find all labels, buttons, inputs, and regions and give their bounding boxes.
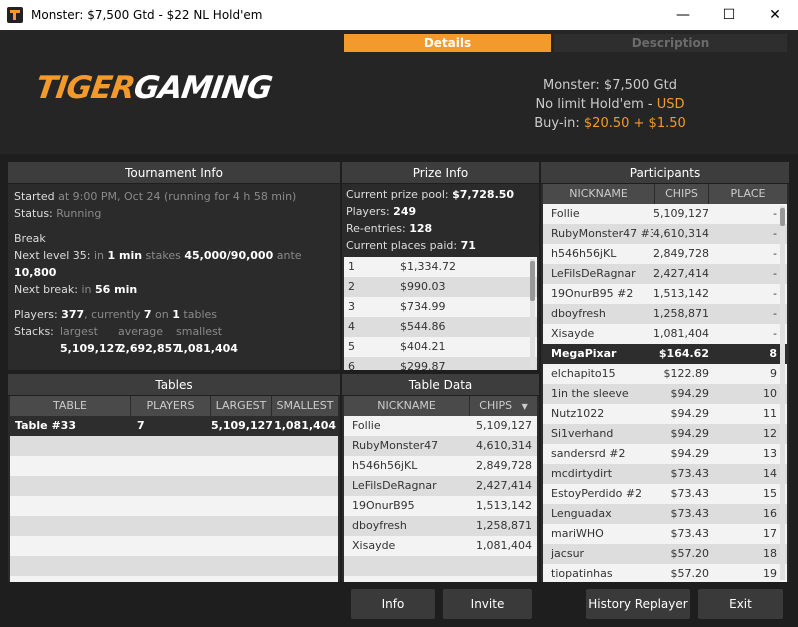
break-label: Break (14, 232, 46, 245)
tournament-name: Monster: $7,500 Gtd (543, 78, 677, 93)
prize-list[interactable]: 1 $1,334.72 2 $990.03 3 $734.99 4 $544.86 5 $404.… (344, 257, 537, 370)
players-line: Players: 377, currently 7 on 1 tables (14, 308, 217, 321)
next-break-line: Next break: in 56 min (14, 283, 138, 296)
reentries-line: Re-entries: 128 (346, 222, 433, 235)
participant-row[interactable]: mcdirtydirt $73.43 14 (543, 464, 787, 484)
participant-row[interactable]: jacsur $57.20 18 (543, 544, 787, 564)
participant-row[interactable]: h546h56jKL 2,849,728- (543, 244, 787, 264)
table-data-title: Table Data (342, 374, 539, 396)
participant-row[interactable]: LeFilsDeRagnar 2,427,414- (543, 264, 787, 284)
participant-row[interactable]: Si1verhand $94.29 12 (543, 424, 787, 444)
maximize-button[interactable]: ☐ (706, 0, 752, 30)
col-largest[interactable]: LARGEST (211, 396, 272, 416)
stacks-line: Stacks: largest average smallest (14, 325, 223, 338)
participant-row[interactable]: MegaPixar $164.62 8 (543, 344, 787, 364)
buyin: Buy-in: $20.50 + $1.50 (534, 116, 686, 131)
sort-down-icon: ▼ (521, 402, 528, 411)
app-icon (7, 7, 23, 23)
participants-header: NICKNAME CHIPS PLACE (543, 184, 787, 204)
info-button[interactable]: Info (351, 589, 435, 619)
table-data-row[interactable]: Xisayde 1,081,404 (344, 536, 537, 556)
close-button[interactable]: ✕ (752, 0, 798, 30)
table-data-panel: Table Data NICKNAME CHIPS ▼ Follie 5,109,… (342, 374, 539, 582)
history-replayer-button[interactable]: History Replayer (586, 589, 690, 619)
participant-row[interactable]: Lenguadax $73.43 16 (543, 504, 787, 524)
title-bar: Monster: $7,500 Gtd - $22 NL Hold'em — ☐… (0, 0, 798, 30)
game-type: No limit Hold'em - USD (535, 97, 685, 112)
participants-title: Participants (541, 162, 789, 184)
col-players[interactable]: PLAYERS (131, 396, 211, 416)
prize-scroll-thumb[interactable] (530, 261, 535, 301)
tables-header: TABLE PLAYERS LARGEST SMALLEST (10, 396, 338, 416)
participants-panel: Participants NICKNAME CHIPS PLACE Follie… (541, 162, 789, 582)
invite-button[interactable]: Invite (443, 589, 532, 619)
status-line: Status: Running (14, 207, 102, 220)
participants-scrollbar[interactable] (780, 206, 785, 580)
participant-row[interactable]: 19OnurB95 #2 1,513,142- (543, 284, 787, 304)
participant-row[interactable]: RubyMonster47 #3 4,610,314- (543, 224, 787, 244)
prize-info-panel: Prize Info Current prize pool: $7,728.50… (342, 162, 539, 370)
participant-row[interactable]: elchapito15 $122.89 9 (543, 364, 787, 384)
table-data-row[interactable]: RubyMonster47 4,610,314 (344, 436, 537, 456)
tournament-header: Details Description TIGERGAMING Monster:… (0, 30, 798, 154)
table-data-row[interactable]: 19OnurB95 1,513,142 (344, 496, 537, 516)
col-nickname[interactable]: NICKNAME (543, 184, 655, 204)
tables-panel: Tables TABLE PLAYERS LARGEST SMALLEST Ta… (8, 374, 340, 582)
tab-description[interactable]: Description (554, 34, 787, 52)
next-level-line: Next level 35: in 1 min stakes 45,000/90… (14, 249, 302, 279)
col-table[interactable]: TABLE (10, 396, 131, 416)
exit-button[interactable]: Exit (698, 589, 783, 619)
prize-pool-line: Current prize pool: $7,728.50 (346, 188, 515, 201)
participant-row[interactable]: 1in the sleeve $94.29 10 (543, 384, 787, 404)
tab-details[interactable]: Details (344, 34, 551, 52)
tournament-info-title: Tournament Info (8, 162, 340, 184)
table-data-header: NICKNAME CHIPS ▼ (344, 396, 537, 416)
prize-row: 1 $1,334.72 (344, 257, 537, 277)
table-row[interactable]: Table #33 7 5,109,127 1,081,404 (10, 416, 338, 436)
tournament-info-panel: Tournament Info Started at 9:00 PM, Oct … (8, 162, 340, 370)
col-td-chips[interactable]: CHIPS ▼ (470, 396, 537, 416)
col-chips[interactable]: CHIPS (655, 184, 709, 204)
window-title: Monster: $7,500 Gtd - $22 NL Hold'em (31, 8, 263, 22)
col-smallest[interactable]: SMALLEST (272, 396, 338, 416)
participant-row[interactable]: sandersrd #2 $94.29 13 (543, 444, 787, 464)
table-data-list[interactable]: Follie 5,109,127 RubyMonster47 4,610,314 h54… (344, 416, 537, 582)
stacks-values: 5,109,127 2,692,857 1,081,404 (60, 342, 238, 355)
col-td-nickname[interactable]: NICKNAME (344, 396, 470, 416)
tigergaming-logo: TIGERGAMING (33, 70, 274, 106)
participants-list[interactable]: Follie 5,109,127- RubyMonster47 #3 4,610,31… (543, 204, 787, 582)
participant-row[interactable]: Follie 5,109,127- (543, 204, 787, 224)
places-paid-line: Current places paid: 71 (346, 239, 476, 252)
table-data-row[interactable]: h546h56jKL 2,849,728 (344, 456, 537, 476)
prize-row: 6 $299.87 (344, 357, 537, 370)
participant-row[interactable]: dboyfresh 1,258,871- (543, 304, 787, 324)
col-place[interactable]: PLACE (709, 184, 787, 204)
table-data-row[interactable]: LeFilsDeRagnar 2,427,414 (344, 476, 537, 496)
prize-row: 3 $734.99 (344, 297, 537, 317)
prize-info-title: Prize Info (342, 162, 539, 184)
prize-players-line: Players: 249 (346, 205, 417, 218)
started-line: Started at 9:00 PM, Oct 24 (running for … (14, 190, 297, 203)
header-info: Monster: $7,500 Gtd No limit Hold'em - U… (440, 76, 780, 133)
participant-row[interactable]: Nutz1022 $94.29 11 (543, 404, 787, 424)
tables-title: Tables (8, 374, 340, 396)
participant-row[interactable]: Xisayde 1,081,404- (543, 324, 787, 344)
prize-row: 5 $404.21 (344, 337, 537, 357)
prize-row: 2 $990.03 (344, 277, 537, 297)
participant-row[interactable]: EstoyPerdido #2 $73.43 15 (543, 484, 787, 504)
participants-scroll-thumb[interactable] (780, 208, 785, 226)
participant-row[interactable]: mariWHO $73.43 17 (543, 524, 787, 544)
minimize-button[interactable]: — (660, 0, 706, 30)
participant-row[interactable]: tiopatinhas $57.20 19 (543, 564, 787, 582)
tables-list[interactable]: Table #33 7 5,109,127 1,081,404 (10, 416, 338, 582)
table-data-row[interactable]: Follie 5,109,127 (344, 416, 537, 436)
table-data-row[interactable]: dboyfresh 1,258,871 (344, 516, 537, 536)
prize-row: 4 $544.86 (344, 317, 537, 337)
